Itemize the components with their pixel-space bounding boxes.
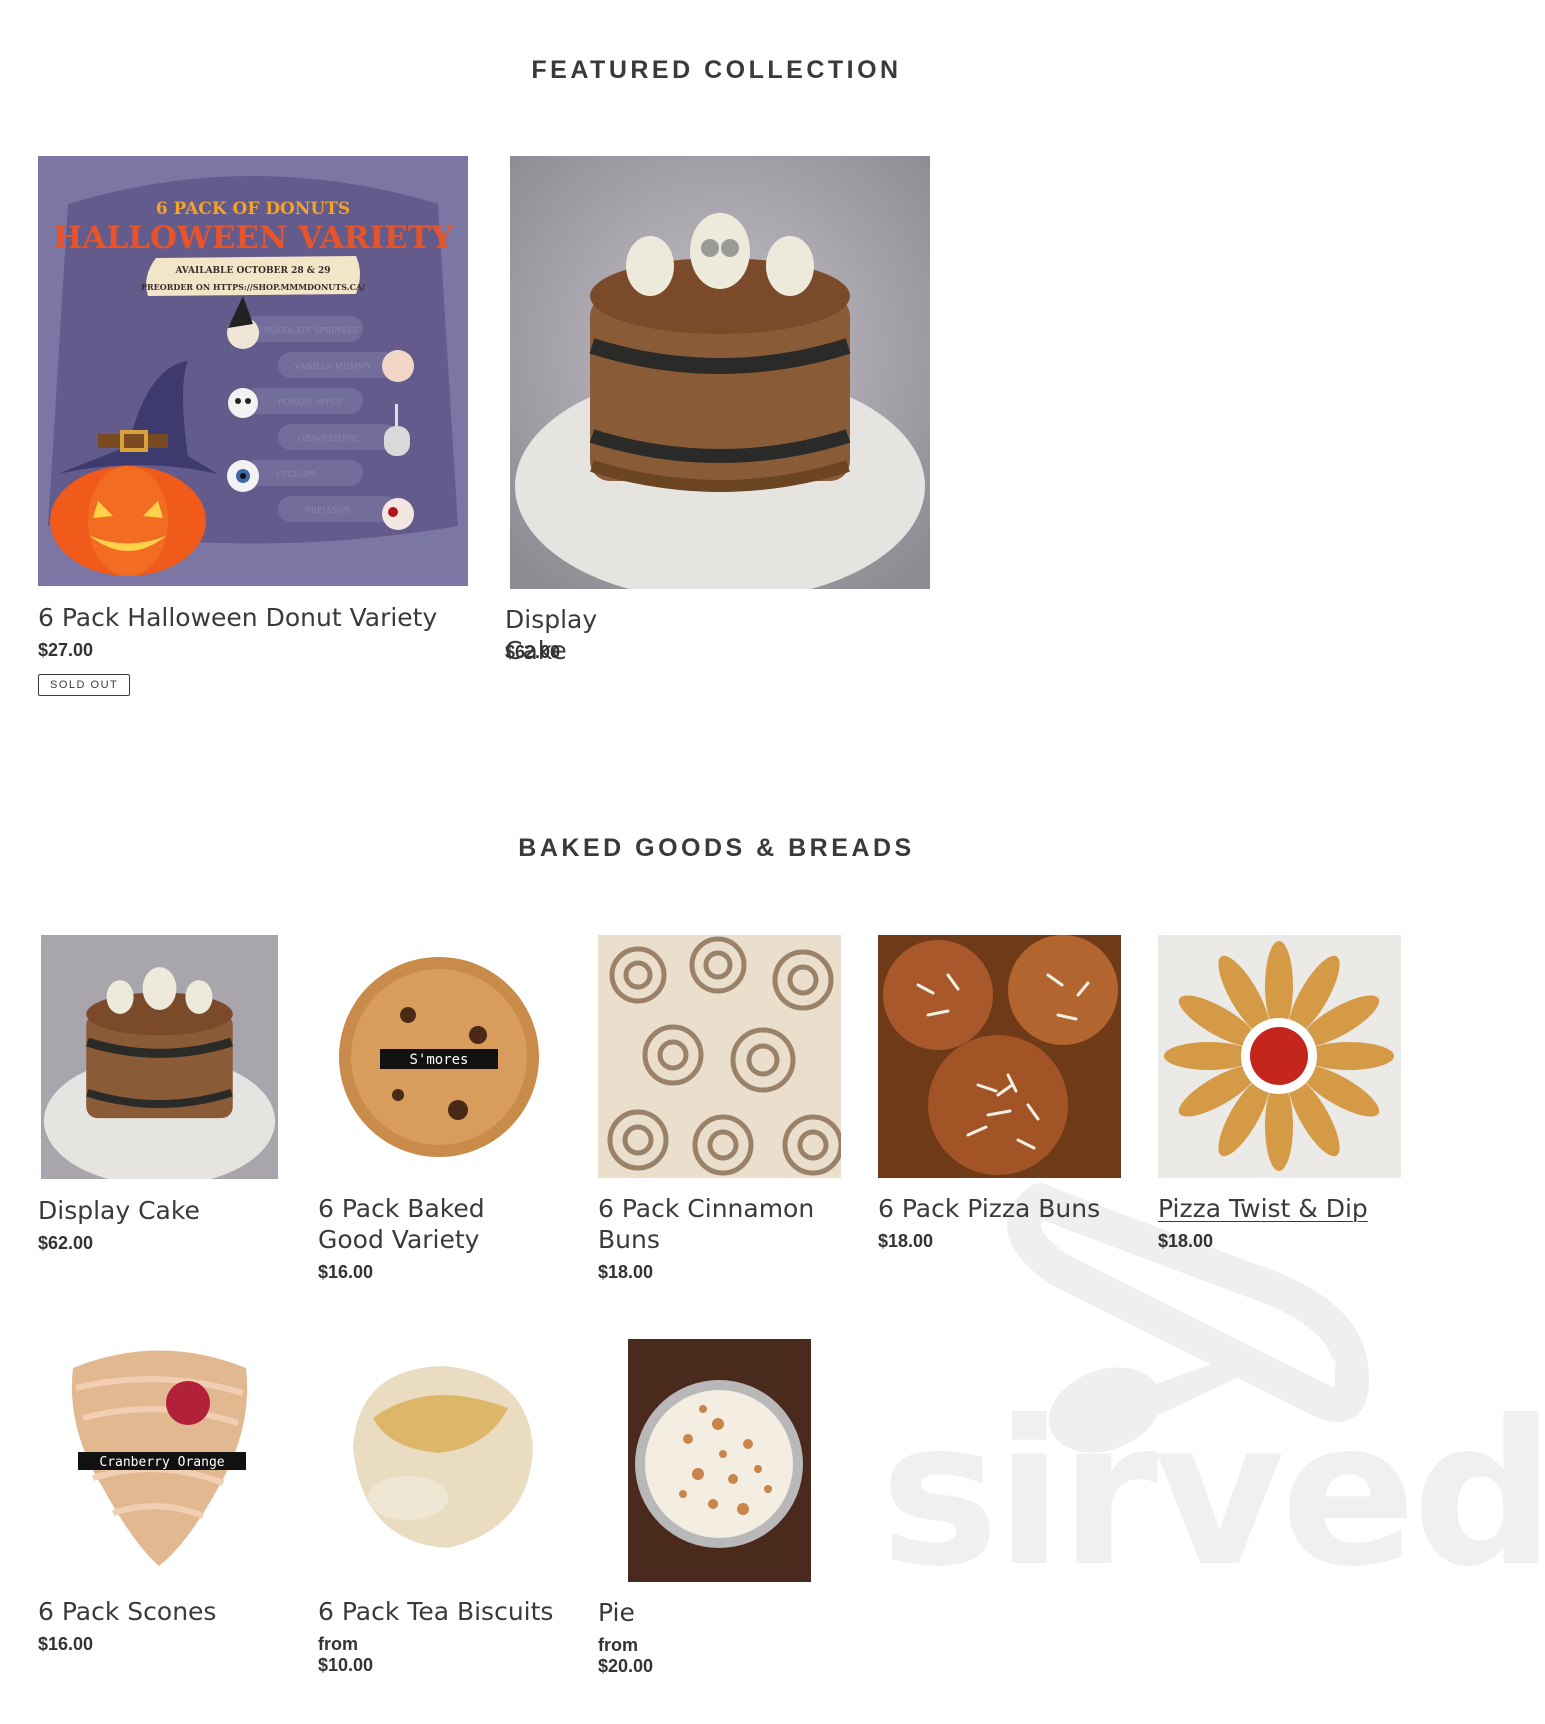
product-price: $18.00 (598, 1262, 654, 1282)
product-image-pie[interactable] (628, 1339, 811, 1582)
flyer-line2: HALLOWEEN VARIETY (53, 220, 454, 256)
pie-image (628, 1339, 811, 1582)
product-title[interactable]: Display Cake (38, 1195, 268, 1226)
baked-goods-heading: BAKED GOODS & BREADS (518, 834, 915, 862)
product-image-baked-good-variety[interactable]: S'mores (318, 935, 561, 1178)
flyer-line3: AVAILABLE OCTOBER 28 & 29 (174, 266, 330, 276)
product-price: $16.00 (38, 1634, 94, 1654)
product-price: $62.00 (38, 1233, 94, 1253)
product-title[interactable]: 6 Pack Cinnamon Buns (598, 1193, 838, 1255)
flyer-flavor-3: POISON APPLE (278, 398, 343, 407)
sold-out-badge: SOLD OUT (38, 674, 131, 696)
halloween-flyer-image: 6 PACK OF DONUTS HALLOWEEN VARIETY AVAIL… (38, 156, 468, 586)
product-image-display-cake[interactable] (41, 935, 278, 1179)
flyer-line4: PREORDER ON HTTPS://SHOP.MMMDONUTS.CA/ (141, 282, 365, 292)
product-price: $18.00 (1158, 1231, 1214, 1251)
product-title[interactable]: 6 Pack Scones (38, 1596, 278, 1627)
display-cake-image (510, 156, 930, 589)
product-title[interactable]: 6 Pack Halloween Donut Variety (38, 602, 437, 633)
flyer-flavor-1: CHOCOLATE SPRINKLE (258, 326, 359, 335)
watermark-text: sirved (880, 1378, 1545, 1611)
product-price: $16.00 (318, 1262, 374, 1282)
product-title[interactable]: Pie (598, 1597, 635, 1628)
product-price: from $20.00 (598, 1635, 654, 1676)
flyer-flavor-5: CYCLOPS (276, 470, 316, 479)
flyer-flavor-2: VANILLA MUMMY (294, 362, 372, 371)
page: sirved FEATURED COLLECTION 6 PACK OF DON… (0, 0, 1545, 1724)
product-image-pizza-twist-dip[interactable] (1158, 935, 1401, 1178)
product-price: $27.00 (38, 640, 94, 660)
cookie-image: S'mores (339, 957, 539, 1157)
product-title[interactable]: 6 Pack Baked Good Variety (318, 1193, 558, 1255)
product-title[interactable]: 6 Pack Tea Biscuits (318, 1596, 553, 1627)
tea-biscuit-image (353, 1366, 533, 1548)
product-price: from $10.00 (318, 1634, 374, 1675)
product-price: $18.00 (878, 1231, 934, 1251)
cinnamon-buns-image (598, 935, 841, 1178)
flyer-flavor-6: PREJASON (305, 506, 350, 515)
product-image-cinnamon-buns[interactable] (598, 935, 841, 1178)
scone-image-label: Cranberry Orange (99, 1455, 224, 1470)
pizza-twist-image (1158, 935, 1401, 1178)
product-image-tea-biscuits[interactable] (318, 1338, 561, 1581)
cookie-image-label: S'mores (409, 1052, 468, 1068)
product-image-pizza-buns[interactable] (878, 935, 1121, 1178)
product-title[interactable]: Pizza Twist & Dip (1158, 1193, 1368, 1224)
product-image-display-cake-featured[interactable] (510, 156, 930, 589)
flyer-line1: 6 PACK OF DONUTS (156, 199, 350, 219)
product-price: $62.00 (505, 642, 561, 662)
display-cake-thumb-image (41, 935, 278, 1179)
featured-collection-heading: FEATURED COLLECTION (531, 56, 902, 84)
product-image-halloween-donut[interactable]: 6 PACK OF DONUTS HALLOWEEN VARIETY AVAIL… (38, 156, 468, 586)
pizza-buns-image (878, 935, 1121, 1178)
scone-image: Cranberry Orange (71, 1350, 248, 1566)
flyer-flavor-4: GRAVESTONE (298, 434, 358, 443)
product-title[interactable]: 6 Pack Pizza Buns (878, 1193, 1118, 1224)
product-image-scones[interactable]: Cranberry Orange (38, 1338, 281, 1581)
